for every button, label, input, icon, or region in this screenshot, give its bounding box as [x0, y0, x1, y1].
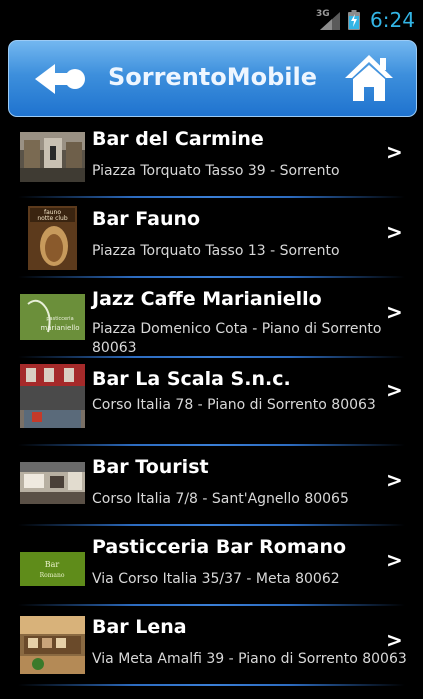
bar-list: Bar del Carmine Piazza Torquato Tasso 39…	[0, 118, 423, 686]
chevron-right-icon: >	[386, 220, 403, 244]
bar-photo: pasticceria marianiello	[20, 294, 85, 340]
svg-text:notte club: notte club	[37, 215, 68, 222]
bar-photo	[20, 616, 85, 674]
bar-photo	[20, 462, 85, 504]
bar-address: Via Corso Italia 35/37 - Meta 80062	[92, 571, 340, 587]
bar-photo	[20, 364, 85, 428]
chevron-right-icon: >	[386, 468, 403, 492]
list-item[interactable]: Bar Romano Pasticceria Bar Romano Via Co…	[0, 526, 423, 606]
signal-icon	[320, 12, 340, 30]
list-item[interactable]: pasticceria marianiello Jazz Caffe Maria…	[0, 278, 423, 358]
list-item[interactable]: fauno notte club Bar Fauno Piazza Torqua…	[0, 198, 423, 278]
bar-name: Jazz Caffe Marianiello	[92, 288, 322, 310]
list-item[interactable]: Bar Tourist Corso Italia 7/8 - Sant'Agne…	[0, 446, 423, 526]
app-screen: 3G 6:24 SorrentoMobile Bar del Carmine P…	[0, 0, 423, 699]
app-header: SorrentoMobile	[8, 40, 417, 117]
list-item[interactable]: Bar Lena Via Meta Amalfi 39 - Piano di S…	[0, 606, 423, 686]
bar-name: Pasticceria Bar Romano	[92, 536, 347, 558]
bar-address: Piazza Torquato Tasso 39 - Sorrento	[92, 163, 340, 179]
chevron-right-icon: >	[386, 378, 403, 402]
bar-address: Piazza Domenico Cota - Piano di Sorrento…	[92, 321, 382, 356]
bar-address: Via Meta Amalfi 39 - Piano di Sorrento 8…	[92, 651, 407, 667]
bar-photo: Bar Romano	[20, 552, 85, 586]
bar-name: Bar Tourist	[92, 456, 209, 478]
row-divider	[18, 684, 405, 686]
battery-charging-icon	[348, 10, 360, 30]
bar-name: Bar del Carmine	[92, 128, 264, 150]
bar-address: Corso Italia 7/8 - Sant'Agnello 80065	[92, 491, 349, 507]
status-bar: 3G 6:24	[0, 0, 423, 38]
bar-name: Bar La Scala S.n.c.	[92, 368, 291, 390]
svg-text:pasticceria: pasticceria	[46, 316, 73, 322]
bar-photo	[20, 132, 85, 182]
svg-text:marianiello: marianiello	[40, 324, 79, 332]
home-icon[interactable]	[343, 53, 395, 103]
bar-photo: fauno notte club	[28, 206, 77, 270]
bar-address: Corso Italia 78 - Piano di Sorrento 8006…	[92, 397, 376, 413]
bar-address: Piazza Torquato Tasso 13 - Sorrento	[92, 243, 340, 259]
list-item[interactable]: Bar del Carmine Piazza Torquato Tasso 39…	[0, 118, 423, 198]
bar-name: Bar Lena	[92, 616, 187, 638]
list-item[interactable]: Bar La Scala S.n.c. Corso Italia 78 - Pi…	[0, 358, 423, 446]
chevron-right-icon: >	[386, 628, 403, 652]
svg-text:Bar: Bar	[45, 560, 60, 569]
bar-name: Bar Fauno	[92, 208, 201, 230]
svg-text:Romano: Romano	[40, 572, 65, 579]
chevron-right-icon: >	[386, 140, 403, 164]
clock: 6:24	[370, 8, 415, 32]
chevron-right-icon: >	[386, 300, 403, 324]
chevron-right-icon: >	[386, 548, 403, 572]
